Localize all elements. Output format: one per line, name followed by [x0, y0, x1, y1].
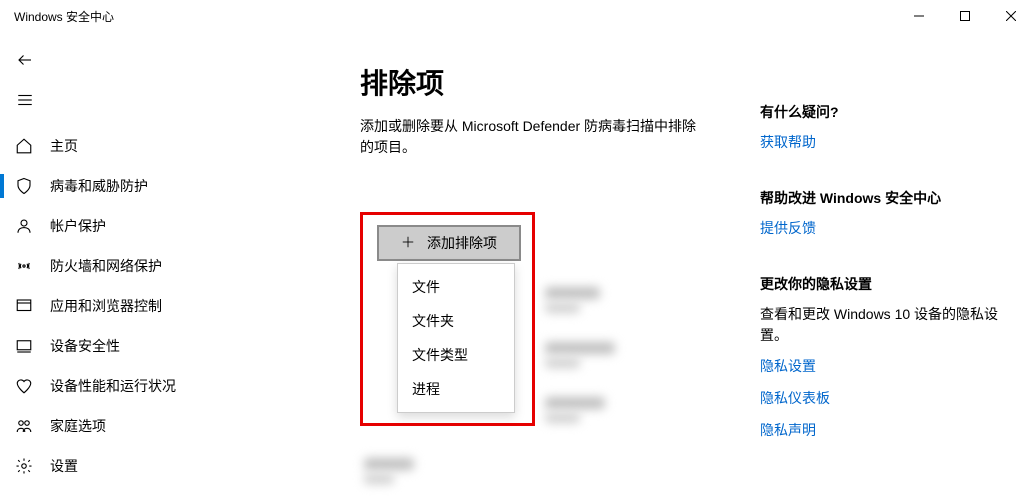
obscured-item — [364, 474, 394, 484]
sidebar-item-label: 家庭选项 — [50, 416, 106, 436]
obscured-item — [545, 397, 605, 409]
sidebar-item-label: 病毒和威胁防护 — [50, 176, 148, 196]
sidebar-item-firewall[interactable]: 防火墙和网络保护 — [0, 246, 320, 286]
obscured-item — [545, 303, 580, 313]
add-exclusion-button[interactable]: 添加排除项 — [377, 225, 521, 261]
sidebar-item-settings[interactable]: 设置 — [0, 446, 320, 486]
obscured-item — [545, 342, 615, 354]
content-area: 排除项 添加或删除要从 Microsoft Defender 防病毒扫描中排除的… — [320, 32, 1034, 500]
sidebar-item-virus[interactable]: 病毒和威胁防护 — [0, 166, 320, 206]
home-icon — [14, 136, 34, 156]
page-description: 添加或删除要从 Microsoft Defender 防病毒扫描中排除的项目。 — [360, 116, 710, 158]
main-column: 排除项 添加或删除要从 Microsoft Defender 防病毒扫描中排除的… — [360, 62, 720, 500]
obscured-item — [545, 358, 580, 368]
heart-icon — [14, 376, 34, 396]
titlebar: Windows 安全中心 — [0, 0, 1034, 32]
person-icon — [14, 216, 34, 236]
page-title: 排除项 — [360, 62, 720, 102]
sidebar-item-appbrowser[interactable]: 应用和浏览器控制 — [0, 286, 320, 326]
sidebar-item-label: 设备安全性 — [50, 336, 120, 356]
help-group: 有什么疑问? 获取帮助 — [760, 102, 1010, 152]
sidebar-item-family[interactable]: 家庭选项 — [0, 406, 320, 446]
sidebar-item-label: 防火墙和网络保护 — [50, 256, 162, 276]
dropdown-item-folder[interactable]: 文件夹 — [398, 304, 514, 338]
gear-icon — [14, 456, 34, 476]
add-exclusion-label: 添加排除项 — [427, 233, 497, 253]
obscured-item — [545, 413, 580, 423]
privacy-group: 更改你的隐私设置 查看和更改 Windows 10 设备的隐私设置。 隐私设置 … — [760, 274, 1010, 440]
highlight-box: 添加排除项 文件 文件夹 文件类型 进程 — [360, 212, 535, 426]
app-icon — [14, 296, 34, 316]
window-controls — [896, 0, 1034, 32]
close-button[interactable] — [988, 0, 1034, 32]
sidebar-item-account[interactable]: 帐户保护 — [0, 206, 320, 246]
feedback-link[interactable]: 提供反馈 — [760, 218, 1010, 238]
dropdown-item-process[interactable]: 进程 — [398, 372, 514, 406]
sidebar-item-label: 应用和浏览器控制 — [50, 296, 162, 316]
family-icon — [14, 416, 34, 436]
privacy-text: 查看和更改 Windows 10 设备的隐私设置。 — [760, 304, 1010, 346]
side-column: 有什么疑问? 获取帮助 帮助改进 Windows 安全中心 提供反馈 更改你的隐… — [760, 62, 1010, 500]
privacy-settings-link[interactable]: 隐私设置 — [760, 356, 1010, 376]
obscured-item — [545, 287, 600, 299]
window-title: Windows 安全中心 — [14, 8, 114, 25]
sidebar-item-home[interactable]: 主页 — [0, 126, 320, 166]
sidebar-item-label: 主页 — [50, 136, 78, 156]
exclusion-type-dropdown: 文件 文件夹 文件类型 进程 — [397, 263, 515, 413]
dropdown-item-file[interactable]: 文件 — [398, 270, 514, 304]
get-help-link[interactable]: 获取帮助 — [760, 132, 1010, 152]
nav-list: 主页 病毒和威胁防护 帐户保护 防火墙和网络保护 — [0, 126, 320, 486]
back-button[interactable] — [0, 40, 320, 80]
privacy-heading: 更改你的隐私设置 — [760, 274, 1010, 294]
sidebar-item-device-security[interactable]: 设备安全性 — [0, 326, 320, 366]
wifi-icon — [14, 256, 34, 276]
hamburger-button[interactable] — [0, 80, 320, 120]
plus-icon — [401, 235, 415, 252]
feedback-heading: 帮助改进 Windows 安全中心 — [760, 188, 1010, 208]
sidebar-item-label: 设置 — [50, 456, 78, 476]
help-heading: 有什么疑问? — [760, 102, 1010, 122]
privacy-dashboard-link[interactable]: 隐私仪表板 — [760, 388, 1010, 408]
feedback-group: 帮助改进 Windows 安全中心 提供反馈 — [760, 188, 1010, 238]
sidebar-item-label: 帐户保护 — [50, 216, 106, 236]
dropdown-item-filetype[interactable]: 文件类型 — [398, 338, 514, 372]
privacy-statement-link[interactable]: 隐私声明 — [760, 420, 1010, 440]
shield-icon — [14, 176, 34, 196]
sidebar-item-device-health[interactable]: 设备性能和运行状况 — [0, 366, 320, 406]
maximize-button[interactable] — [942, 0, 988, 32]
sidebar-item-label: 设备性能和运行状况 — [50, 376, 176, 396]
device-icon — [14, 336, 34, 356]
sidebar: 主页 病毒和威胁防护 帐户保护 防火墙和网络保护 — [0, 32, 320, 500]
minimize-button[interactable] — [896, 0, 942, 32]
obscured-item — [364, 458, 414, 470]
